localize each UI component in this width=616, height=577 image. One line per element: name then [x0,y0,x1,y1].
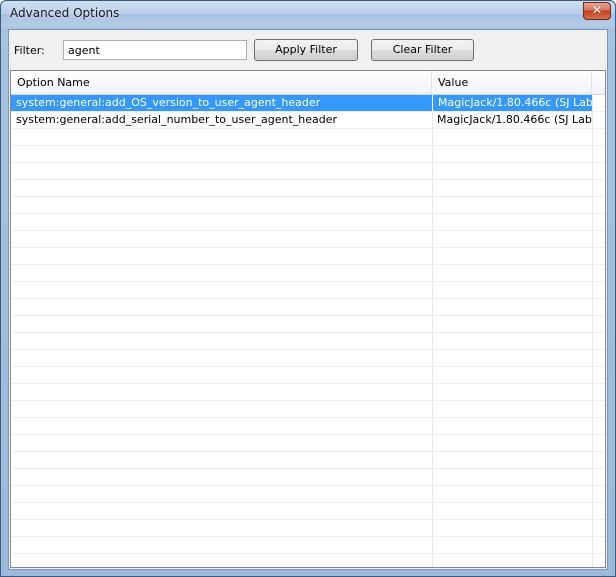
dialog-content: Filter: Apply Filter Clear Filter Option… [8,29,608,570]
filter-input[interactable] [63,40,247,60]
empty-row [11,231,605,248]
options-list[interactable]: Option Name Value system:general:add_OS_… [10,70,606,568]
empty-row [11,316,605,333]
empty-row [11,401,605,418]
empty-row [11,486,605,503]
empty-row [11,435,605,452]
empty-row [11,146,605,163]
option-value-cell: MagicJack/1.80.466c (SJ Labs) [437,113,592,126]
empty-row [11,367,605,384]
empty-row [11,265,605,282]
empty-row [11,163,605,180]
empty-row [11,129,605,146]
empty-row [11,537,605,554]
empty-row [11,214,605,231]
empty-row [11,248,605,265]
list-rows: system:general:add_OS_version_to_user_ag… [11,95,605,567]
empty-row [11,197,605,214]
filter-label: Filter: [14,44,45,57]
advanced-options-window: Advanced Options ✕ Filter: Apply Filter … [0,0,616,577]
table-row[interactable]: system:general:add_serial_number_to_user… [11,112,605,129]
empty-row [11,180,605,197]
empty-row [11,350,605,367]
empty-row [11,452,605,469]
empty-row [11,282,605,299]
table-row[interactable]: system:general:add_OS_version_to_user_ag… [11,95,605,112]
clear-filter-button[interactable]: Clear Filter [371,39,474,61]
close-button[interactable]: ✕ [583,2,611,20]
empty-row [11,384,605,401]
apply-filter-button[interactable]: Apply Filter [254,39,358,61]
list-header: Option Name Value [11,71,605,95]
empty-row [11,299,605,316]
option-value-cell: MagicJack/1.80.466c (SJ Labs) [432,95,592,111]
empty-row [11,418,605,435]
window-title: Advanced Options [10,6,120,20]
close-icon: ✕ [591,3,603,17]
empty-row [11,503,605,520]
option-name-cell: system:general:add_serial_number_to_user… [16,113,338,126]
empty-row [11,520,605,537]
option-name-cell: system:general:add_OS_version_to_user_ag… [11,95,432,111]
column-header-value[interactable]: Value [432,71,592,94]
empty-row [11,333,605,350]
column-header-option-name[interactable]: Option Name [11,71,432,94]
empty-row [11,469,605,486]
title-bar[interactable]: Advanced Options ✕ [1,1,615,27]
